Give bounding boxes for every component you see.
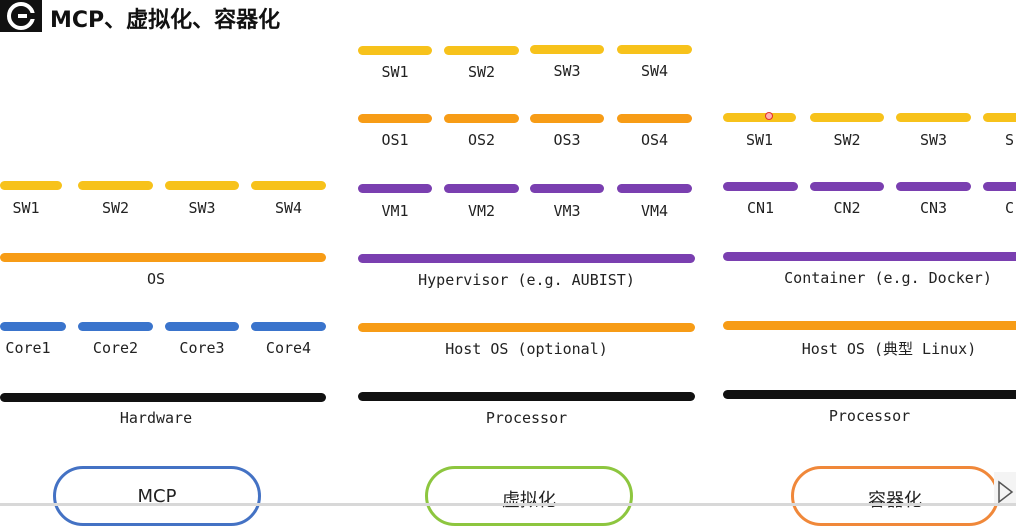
virt-sw-label: SW1 <box>381 63 409 81</box>
mcp-sw-label: SW3 <box>188 199 216 217</box>
mcp-hardware-label: Hardware <box>119 409 193 427</box>
cont-sw-bar <box>810 113 884 122</box>
mcp-sw-label: SW4 <box>274 199 303 217</box>
cont-container-bar <box>723 252 1016 261</box>
cont-sw-bar <box>723 113 796 122</box>
mcp-core-label: Core3 <box>179 339 225 357</box>
mcp-core-bar <box>0 322 66 331</box>
cont-host-os-label: Host OS (典型 Linux) <box>801 340 977 358</box>
virt-processor-bar <box>358 392 695 401</box>
virt-os-label: OS2 <box>467 131 496 149</box>
mcp-sw-bar <box>78 181 153 190</box>
virt-os-bar <box>444 114 519 123</box>
virt-os-bar <box>530 114 604 123</box>
cont-container-label: Container (e.g. Docker) <box>784 269 992 287</box>
virt-os-label: OS1 <box>381 131 409 149</box>
cont-host-os-bar <box>723 321 1016 330</box>
mcp-hardware-bar <box>0 393 326 402</box>
cont-cn-bar <box>810 182 884 191</box>
cont-sw-label: SW2 <box>833 131 861 149</box>
cont-processor-bar <box>723 390 1016 399</box>
page-title: MCP、虚拟化、容器化 <box>50 8 281 33</box>
virt-processor-label: Processor <box>485 409 568 427</box>
mcp-core-label: Core1 <box>5 339 51 357</box>
virt-os-label: OS3 <box>553 131 581 149</box>
virt-vm-bar <box>444 184 519 193</box>
virt-vm-label: VM4 <box>640 202 669 220</box>
cont-processor-label: Processor <box>828 407 911 425</box>
virt-os-label: OS4 <box>640 131 669 149</box>
cursor-dot <box>765 112 773 120</box>
mcp-sw-bar <box>251 181 326 190</box>
cont-cn-label: C <box>1005 199 1015 217</box>
cont-sw-bar <box>896 113 971 122</box>
virtualization-pill-label: 虚拟化 <box>502 490 556 511</box>
cont-cn-label: CN3 <box>919 199 948 217</box>
virt-vm-bar <box>617 184 692 193</box>
virt-vm-label: VM3 <box>553 202 581 220</box>
cont-cn-bar <box>983 182 1016 191</box>
virt-vm-bar <box>358 184 432 193</box>
virt-hypervisor-label: Hypervisor (e.g. AUBIST) <box>418 271 635 289</box>
cont-sw-bar <box>983 113 1016 122</box>
mcp-os-bar <box>0 253 326 262</box>
virt-hypervisor-bar <box>358 254 695 263</box>
virt-host-os-label: Host OS (optional) <box>445 340 608 358</box>
virt-sw-label: SW2 <box>467 63 496 81</box>
virt-sw-bar <box>530 45 604 54</box>
virt-vm-label: VM2 <box>467 202 496 220</box>
mcp-os-label: OS <box>146 270 166 288</box>
virt-sw-bar <box>617 45 692 54</box>
mcp-sw-bar <box>0 181 62 190</box>
play-icon[interactable] <box>994 472 1016 506</box>
mcp-core-bar <box>251 322 326 331</box>
virt-sw-bar <box>444 46 519 55</box>
mcp-core-label: Core4 <box>265 339 312 357</box>
cont-cn-label: CN1 <box>746 199 775 217</box>
virt-os-bar <box>358 114 432 123</box>
cont-sw-label: SW3 <box>919 131 948 149</box>
cont-cn-bar <box>896 182 971 191</box>
virt-vm-label: VM1 <box>381 202 409 220</box>
virt-sw-label: SW3 <box>553 62 581 80</box>
mcp-sw-bar <box>165 181 239 190</box>
virt-sw-label: SW4 <box>640 62 669 80</box>
mcp-sw-label: SW1 <box>12 199 40 217</box>
mcp-core-bar <box>165 322 239 331</box>
mcp-core-label: Core2 <box>92 339 139 357</box>
virt-host-os-bar <box>358 323 695 332</box>
cont-sw-label: SW1 <box>745 131 774 149</box>
virt-os-bar <box>617 114 692 123</box>
mcp-sw-label: SW2 <box>101 199 130 217</box>
cont-sw-label: S <box>1005 131 1015 149</box>
mcp-core-bar <box>78 322 153 331</box>
header: MCP、虚拟化、容器化 <box>0 0 400 34</box>
c-logo-icon <box>0 0 42 32</box>
virt-sw-bar <box>358 46 432 55</box>
virt-vm-bar <box>530 184 604 193</box>
cont-cn-label: CN2 <box>833 199 861 217</box>
cont-cn-bar <box>723 182 798 191</box>
container-pill-label: 容器化 <box>868 490 922 511</box>
